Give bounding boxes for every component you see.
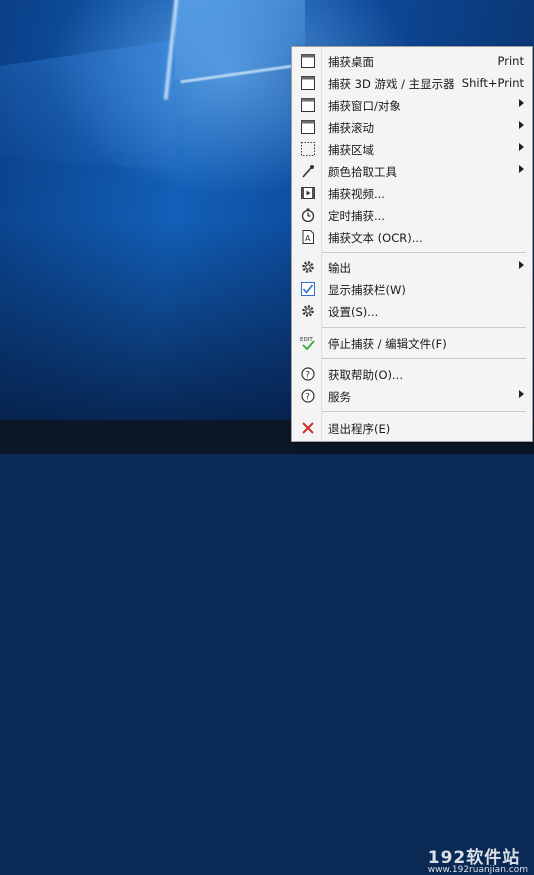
menu-item-label: 捕获区域 — [328, 143, 374, 157]
menu-item-get-help[interactable]: ? 获取帮助(O)... — [292, 363, 532, 385]
menu-separator — [322, 327, 526, 328]
menu-item-label: 设置(S)... — [328, 305, 379, 319]
watermark: 192软件站 www.192ruanjian.com — [428, 843, 528, 875]
menu-item-label: 捕获视频... — [328, 187, 385, 201]
menu-item-shortcut: Print — [497, 54, 524, 68]
submenu-arrow-icon — [519, 165, 524, 173]
menu-item-label: 获取帮助(O)... — [328, 368, 403, 382]
menu-item-capture-window-object[interactable]: 捕获窗口/对象 — [292, 94, 532, 116]
film-icon — [300, 185, 316, 201]
submenu-arrow-icon — [519, 121, 524, 129]
edit-check-icon: EDIT — [300, 335, 316, 351]
menu-item-stop-capture-edit[interactable]: EDIT 停止捕获 / 编辑文件(F) — [292, 332, 532, 354]
menu-item-label: 捕获滚动 — [328, 121, 374, 135]
menu-item-label: 颜色拾取工具 — [328, 165, 397, 179]
menu-item-capture-3d-game[interactable]: 捕获 3D 游戏 / 主显示器 Shift+Print — [292, 72, 532, 94]
menu-item-label: 捕获文本 (OCR)... — [328, 231, 423, 245]
menu-item-label: 捕获 3D 游戏 / 主显示器 — [328, 77, 455, 91]
desktop-frame-icon — [300, 53, 316, 69]
menu-item-shortcut: Shift+Print — [461, 76, 524, 90]
submenu-arrow-icon — [519, 261, 524, 269]
submenu-arrow-icon — [519, 99, 524, 107]
menu-item-capture-desktop[interactable]: 捕获桌面 Print — [292, 50, 532, 72]
close-x-icon — [300, 420, 316, 436]
menu-item-color-picker[interactable]: 颜色拾取工具 — [292, 160, 532, 182]
menu-item-capture-video[interactable]: 捕获视频... — [292, 182, 532, 204]
menu-item-label: 显示捕获栏(W) — [328, 283, 406, 297]
submenu-arrow-icon — [519, 390, 524, 398]
menu-separator — [322, 411, 526, 412]
menu-item-label: 服务 — [328, 390, 351, 404]
menu-item-label: 输出 — [328, 261, 351, 275]
menu-item-label: 定时捕获... — [328, 209, 385, 223]
watermark-url: www.192ruanjian.com — [427, 865, 528, 875]
gear-icon — [300, 259, 316, 275]
svg-text:A: A — [305, 234, 311, 243]
menu-separator — [322, 252, 526, 253]
svg-text:?: ? — [305, 371, 310, 381]
menu-item-label: 捕获窗口/对象 — [328, 99, 401, 113]
context-menu: 捕获桌面 Print 捕获 3D 游戏 / 主显示器 Shift+Print 捕… — [291, 46, 533, 442]
menu-item-capture-region[interactable]: 捕获区域 — [292, 138, 532, 160]
menu-item-label: 停止捕获 / 编辑文件(F) — [328, 337, 447, 351]
checkbox-checked-icon — [300, 281, 316, 297]
menu-item-capture-scroll[interactable]: 捕获滚动 — [292, 116, 532, 138]
menu-item-settings[interactable]: 设置(S)... — [292, 300, 532, 322]
wallpaper-light-pane-left — [0, 40, 175, 170]
menu-item-timed-capture[interactable]: 定时捕获... — [292, 204, 532, 226]
menu-item-output[interactable]: 输出 — [292, 256, 532, 278]
ocr-document-icon: A — [300, 229, 316, 245]
gear-icon — [300, 303, 316, 319]
timer-icon — [300, 207, 316, 223]
menu-item-services[interactable]: ? 服务 — [292, 385, 532, 407]
menu-item-capture-text-ocr[interactable]: A 捕获文本 (OCR)... — [292, 226, 532, 248]
help-circle-icon: ? — [300, 388, 316, 404]
menu-item-exit[interactable]: 退出程序(E) — [292, 417, 532, 439]
svg-text:EDIT: EDIT — [300, 337, 313, 343]
eyedropper-icon — [300, 163, 316, 179]
window-object-icon — [300, 97, 316, 113]
help-circle-icon: ? — [300, 366, 316, 382]
window-frame-icon — [300, 75, 316, 91]
menu-item-show-capture-bar[interactable]: 显示捕获栏(W) — [292, 278, 532, 300]
menu-separator — [322, 358, 526, 359]
menu-item-label: 退出程序(E) — [328, 422, 391, 436]
menu-item-label: 捕获桌面 — [328, 55, 374, 69]
region-dotted-icon — [300, 141, 316, 157]
svg-text:?: ? — [305, 393, 310, 403]
submenu-arrow-icon — [519, 143, 524, 151]
scroll-frame-icon — [300, 119, 316, 135]
